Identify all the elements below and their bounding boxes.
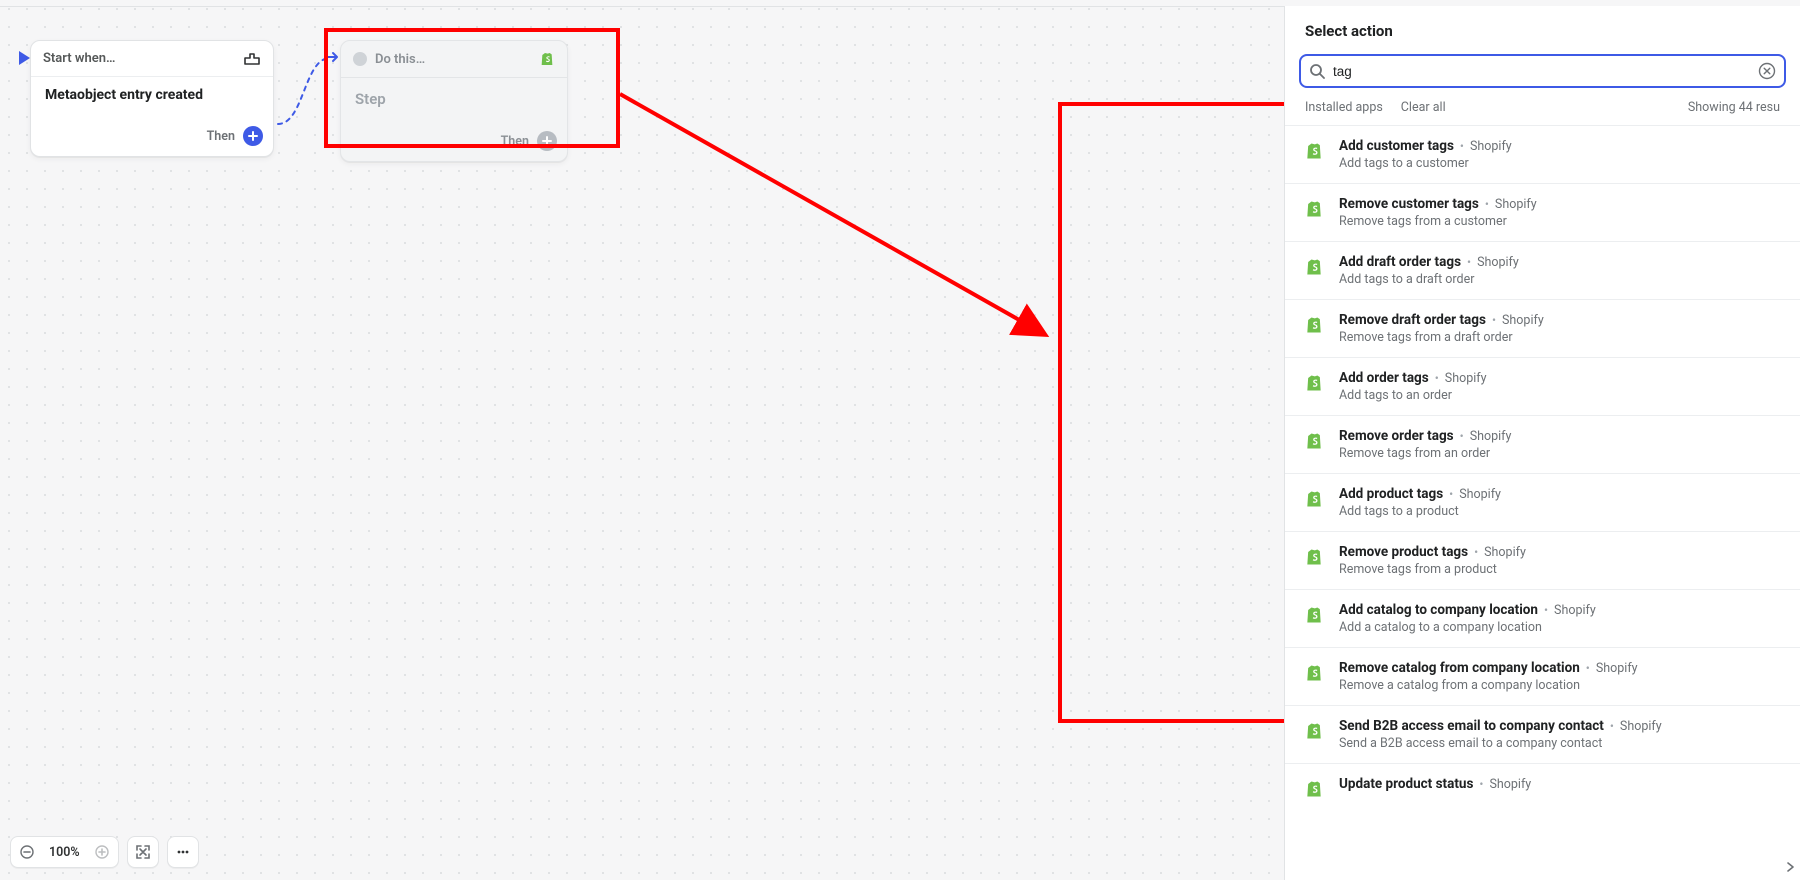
action-row[interactable]: Add product tags • Shopify Add tags to a pr…	[1285, 474, 1800, 532]
shopify-icon	[1303, 776, 1325, 800]
action-name: Remove customer tags	[1339, 196, 1479, 212]
trigger-header-label: Start when…	[43, 51, 235, 66]
action-description: Add tags to an order	[1339, 388, 1782, 403]
action-description: Add tags to a customer	[1339, 156, 1782, 171]
action-row[interactable]: Remove order tags • Shopify Remove tags fro…	[1285, 416, 1800, 474]
separator-dot: •	[1435, 371, 1439, 385]
separator-dot: •	[1449, 487, 1453, 501]
action-row[interactable]: Remove catalog from company location • Sho…	[1285, 648, 1800, 706]
action-name: Add product tags	[1339, 486, 1443, 502]
separator-dot: •	[1479, 777, 1483, 791]
scroll-hint-icon	[1784, 860, 1798, 874]
action-name: Add catalog to company location	[1339, 602, 1538, 618]
action-app: Shopify	[1495, 197, 1537, 212]
separator-dot: •	[1474, 545, 1478, 559]
action-row[interactable]: Remove product tags • Shopify Remove tags f…	[1285, 532, 1800, 590]
shopify-icon	[1303, 138, 1325, 162]
action-description: Add tags to a draft order	[1339, 272, 1782, 287]
action-description: Remove a catalog from a company location	[1339, 678, 1782, 693]
clear-all-filters[interactable]: Clear all	[1401, 100, 1446, 115]
action-description: Remove tags from a customer	[1339, 214, 1782, 229]
action-description: Remove tags from a product	[1339, 562, 1782, 577]
shopify-icon	[1303, 544, 1325, 568]
action-name: Add order tags	[1339, 370, 1429, 386]
action-name: Remove catalog from company location	[1339, 660, 1580, 676]
filters-row: Installed apps Clear all Showing 44 resu	[1285, 94, 1800, 126]
action-row[interactable]: Remove draft order tags • Shopify Remove ta…	[1285, 300, 1800, 358]
then-label: Then	[207, 129, 235, 144]
action-row[interactable]: Add draft order tags • Shopify Add tags to …	[1285, 242, 1800, 300]
shopify-icon	[1303, 196, 1325, 220]
action-app: Shopify	[1502, 313, 1544, 328]
canvas-toolbar: 100%	[10, 836, 199, 868]
add-step-button[interactable]	[243, 126, 263, 146]
zoom-control: 100%	[10, 836, 119, 868]
action-name: Remove product tags	[1339, 544, 1468, 560]
filter-installed-apps[interactable]: Installed apps	[1305, 100, 1383, 115]
action-row[interactable]: Remove customer tags • Shopify Remove tags …	[1285, 184, 1800, 242]
action-app: Shopify	[1489, 777, 1531, 792]
separator-dot: •	[1460, 429, 1464, 443]
action-description: Send a B2B access email to a company con…	[1339, 736, 1782, 751]
action-description: Remove tags from a draft order	[1339, 330, 1782, 345]
zoom-level: 100%	[43, 845, 86, 860]
search-icon	[1309, 63, 1325, 79]
action-name: Remove draft order tags	[1339, 312, 1486, 328]
separator-dot: •	[1586, 661, 1590, 675]
action-app: Shopify	[1445, 371, 1487, 386]
separator-dot: •	[1460, 139, 1464, 153]
search-input[interactable]	[1299, 54, 1786, 88]
shopify-icon	[1303, 370, 1325, 394]
zoom-in-button[interactable]	[90, 840, 114, 864]
shopify-icon	[1303, 718, 1325, 742]
slot-icon	[243, 52, 261, 66]
trigger-card[interactable]: Start when… Metaobject entry created The…	[30, 40, 274, 157]
clear-search-button[interactable]	[1758, 62, 1776, 80]
fit-view-button[interactable]	[127, 836, 159, 868]
action-name: Add customer tags	[1339, 138, 1454, 154]
action-name: Remove order tags	[1339, 428, 1454, 444]
zoom-out-button[interactable]	[15, 840, 39, 864]
action-app: Shopify	[1484, 545, 1526, 560]
trigger-title: Metaobject entry created	[31, 77, 273, 117]
shopify-icon	[1303, 602, 1325, 626]
action-app: Shopify	[1620, 719, 1662, 734]
action-row[interactable]: Add customer tags • Shopify Add tags to a c…	[1285, 126, 1800, 184]
shopify-icon	[1303, 312, 1325, 336]
shopify-icon	[1303, 486, 1325, 510]
action-row[interactable]: Send B2B access email to company contact…	[1285, 706, 1800, 764]
action-panel: Select action Installed apps Clear all S…	[1284, 6, 1800, 880]
action-description: Add tags to a product	[1339, 504, 1782, 519]
action-description: Add a catalog to a company location	[1339, 620, 1782, 635]
actions-list: Add customer tags • Shopify Add tags to a c…	[1285, 126, 1800, 880]
action-row[interactable]: Update product status • Shopify	[1285, 764, 1800, 806]
action-app: Shopify	[1470, 429, 1512, 444]
annotation-highlight-box	[324, 28, 620, 148]
action-row[interactable]: Add catalog to company location • Shopify A…	[1285, 590, 1800, 648]
separator-dot: •	[1544, 603, 1548, 617]
action-name: Update product status	[1339, 776, 1473, 792]
action-app: Shopify	[1554, 603, 1596, 618]
action-app: Shopify	[1470, 139, 1512, 154]
separator-dot: •	[1467, 255, 1471, 269]
results-count: Showing 44 resu	[1688, 100, 1780, 115]
action-app: Shopify	[1596, 661, 1638, 676]
shopify-icon	[1303, 428, 1325, 452]
action-name: Add draft order tags	[1339, 254, 1461, 270]
separator-dot: •	[1610, 719, 1614, 733]
action-row[interactable]: Add order tags • Shopify Add tags to an ord…	[1285, 358, 1800, 416]
panel-title: Select action	[1285, 6, 1800, 54]
shopify-icon	[1303, 660, 1325, 684]
separator-dot: •	[1492, 313, 1496, 327]
action-description: Remove tags from an order	[1339, 446, 1782, 461]
action-name: Send B2B access email to company contact	[1339, 718, 1604, 734]
more-actions-button[interactable]	[167, 836, 199, 868]
annotation-arrow-icon	[616, 90, 1066, 350]
shopify-icon	[1303, 254, 1325, 278]
action-app: Shopify	[1477, 255, 1519, 270]
separator-dot: •	[1485, 197, 1489, 211]
action-app: Shopify	[1459, 487, 1501, 502]
